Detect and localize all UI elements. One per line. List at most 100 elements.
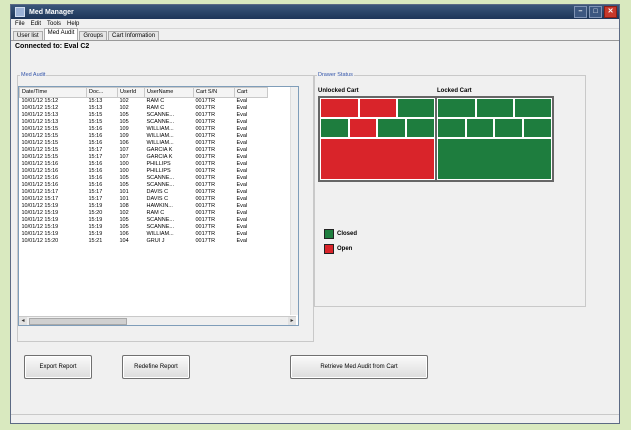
locked-cart-drawer-2 — [476, 98, 514, 118]
table-header-row: Date/Time Doc... UserId UserName Cart S/… — [19, 87, 268, 98]
table-row[interactable]: 10/01/12 15:15 15:17 107 GARCIA K 0017TR Eval — [20, 154, 268, 161]
table-cell: 10/01/12 15:13 — [21, 112, 59, 118]
column-header-userid[interactable]: UserId — [117, 87, 145, 98]
menu-edit[interactable]: Edit — [31, 21, 41, 27]
column-header-username[interactable]: UserName — [144, 87, 194, 98]
table-row[interactable]: 10/01/12 15:19 15:19 105 SCANNE... 0017TR Eva… — [20, 224, 268, 231]
table-cell: 15:15 — [88, 119, 103, 125]
table-cell: WILLIAM... — [146, 231, 174, 237]
maximize-icon[interactable]: □ — [589, 6, 602, 18]
table-row[interactable]: 10/01/12 15:19 15:20 102 RAM C 0017TR Eval — [20, 210, 268, 217]
table-cell: 15:16 — [88, 126, 103, 132]
table-row[interactable]: 10/01/12 15:19 15:19 108 HAWKIN... 0017TR Eva… — [20, 203, 268, 210]
menu-tools[interactable]: Tools — [47, 21, 61, 27]
table-cell: Eval — [236, 231, 248, 237]
table-cell: 108 — [119, 203, 129, 209]
menu-file[interactable]: File — [15, 21, 25, 27]
table-cell: Eval — [236, 126, 248, 132]
scroll-left-icon[interactable]: ◂ — [19, 317, 27, 325]
table-cell: 0017TR — [195, 112, 216, 118]
table-cell: Eval — [236, 154, 248, 160]
table-cell: 10/01/12 15:17 — [21, 196, 59, 202]
table-cell: 107 — [119, 154, 129, 160]
table-cell: 10/01/12 15:16 — [21, 182, 59, 188]
table-cell: 15:13 — [88, 98, 103, 104]
table-cell: 10/01/12 15:12 — [21, 98, 59, 104]
table-row[interactable]: 10/01/12 15:19 15:19 106 WILLIAM... 0017TR Ev… — [20, 231, 268, 238]
table-cell: HAWKIN... — [146, 203, 173, 209]
horizontal-scrollbar[interactable]: ◂ ▸ — [19, 316, 296, 325]
table-row[interactable]: 10/01/12 15:12 15:13 102 RAM C 0017TR Eval — [20, 98, 268, 106]
table-cell: 10/01/12 15:12 — [21, 105, 59, 111]
table-cell: 15:16 — [88, 140, 103, 146]
open-swatch — [324, 244, 334, 254]
table-cell: RAM C — [146, 98, 165, 104]
scroll-right-icon[interactable]: ▸ — [288, 317, 296, 325]
table-row[interactable]: 10/01/12 15:12 15:13 102 RAM C 0017TR Eval — [20, 105, 268, 112]
drawer-status-legend: Drawer Status — [318, 72, 353, 78]
table-row[interactable]: 10/01/12 15:15 15:16 106 WILLIAM... 0017TR Ev… — [20, 140, 268, 147]
closed-legend-label: Closed — [337, 231, 358, 237]
column-header-datetime[interactable]: Date/Time — [19, 87, 87, 98]
table-cell: 105 — [119, 217, 129, 223]
vertical-scrollbar[interactable] — [290, 87, 298, 315]
table-cell: 15:17 — [88, 189, 103, 195]
table-row[interactable]: 10/01/12 15:17 15:17 101 DAVIS C 0017TR Eval — [20, 189, 268, 196]
table-row[interactable]: 10/01/12 15:15 15:16 109 WILLIAM... 0017TR Ev… — [20, 133, 268, 140]
column-header-cart-sn[interactable]: Cart S/N — [193, 87, 235, 98]
column-header-doc[interactable]: Doc... — [86, 87, 118, 98]
table-row[interactable]: 10/01/12 15:16 15:16 105 SCANNE... 0017TR Eva… — [20, 182, 268, 189]
table-cell: 100 — [119, 168, 129, 174]
table-cell: 10/01/12 15:19 — [21, 231, 59, 237]
table-row[interactable]: 10/01/12 15:13 15:15 105 SCANNE... 0017TR Eva… — [20, 119, 268, 126]
table-cell: SCANNE... — [146, 224, 175, 230]
locked-cart-drawer-3 — [514, 98, 552, 118]
retrieve-med-audit-button[interactable]: Retrieve Med Audit from Cart — [290, 355, 428, 379]
unlocked-cart-drawer-1 — [320, 98, 359, 118]
table-row[interactable]: 10/01/12 15:15 15:16 109 WILLIAM... 0017TR Ev… — [20, 126, 268, 133]
table-cell: 0017TR — [195, 161, 216, 167]
table-row[interactable]: 10/01/12 15:17 15:17 101 DAVIS C 0017TR Eval — [20, 196, 268, 203]
table-row[interactable]: 10/01/12 15:16 15:16 105 SCANNE... 0017TR Eva… — [20, 175, 268, 182]
table-row[interactable]: 10/01/12 15:16 15:16 100 PHILLIPS 0017TR Eval — [20, 168, 268, 175]
tab-user-list[interactable]: User list — [13, 31, 43, 40]
med-audit-list[interactable]: Date/Time Doc... UserId UserName Cart S/… — [18, 86, 299, 326]
minimize-icon[interactable]: – — [574, 6, 587, 18]
table-cell: 104 — [119, 238, 129, 244]
table-cell: 0017TR — [195, 140, 216, 146]
locked-cart-drawer-6 — [494, 118, 523, 138]
export-report-button[interactable]: Export Report — [24, 355, 92, 379]
table-cell: Eval — [236, 112, 248, 118]
redefine-report-button[interactable]: Redefine Report — [122, 355, 190, 379]
table-cell: 109 — [119, 126, 129, 132]
table-row[interactable]: 10/01/12 15:16 15:16 100 PHILLIPS 0017TR Eval — [20, 161, 268, 168]
table-cell: 15:17 — [88, 147, 103, 153]
tab-groups[interactable]: Groups — [79, 31, 108, 40]
table-cell: 106 — [119, 140, 129, 146]
status-bar — [11, 414, 619, 423]
table-cell: 101 — [119, 189, 129, 195]
table-cell: Eval — [236, 203, 248, 209]
table-cell: 0017TR — [195, 119, 216, 125]
unlocked-cart-drawer-2 — [359, 98, 397, 118]
table-cell: Eval — [236, 224, 248, 230]
tab-med-audit[interactable]: Med Audit — [43, 28, 79, 40]
table-cell: WILLIAM... — [146, 140, 174, 146]
tab-bar: User list Med Audit Groups Cart Informat… — [11, 28, 619, 41]
column-header-cart[interactable]: Cart — [234, 87, 268, 98]
table-cell: 0017TR — [195, 196, 216, 202]
table-cell: 101 — [119, 196, 129, 202]
table-row[interactable]: 10/01/12 15:15 15:17 107 GARCIA K 0017TR Eval — [20, 147, 268, 154]
tab-cart-information[interactable]: Cart Information — [108, 31, 160, 40]
scroll-thumb[interactable] — [29, 318, 127, 325]
close-icon[interactable]: ✕ — [604, 6, 617, 18]
table-row[interactable]: 10/01/12 15:19 15:19 105 SCANNE... 0017TR Eva… — [20, 217, 268, 224]
table-row[interactable]: 10/01/12 15:13 15:15 105 SCANNE... 0017TR Eva… — [20, 112, 268, 119]
app-icon — [15, 7, 25, 17]
menu-help[interactable]: Help — [67, 21, 79, 27]
table-cell: Eval — [236, 140, 248, 146]
table-cell: RAM C — [146, 105, 165, 111]
table-row[interactable]: 10/01/12 15:20 15:21 104 GRUI J 0017TR Eval — [20, 238, 268, 245]
unlocked-cart-drawer-7 — [406, 118, 435, 138]
table-cell: 15:17 — [88, 154, 103, 160]
